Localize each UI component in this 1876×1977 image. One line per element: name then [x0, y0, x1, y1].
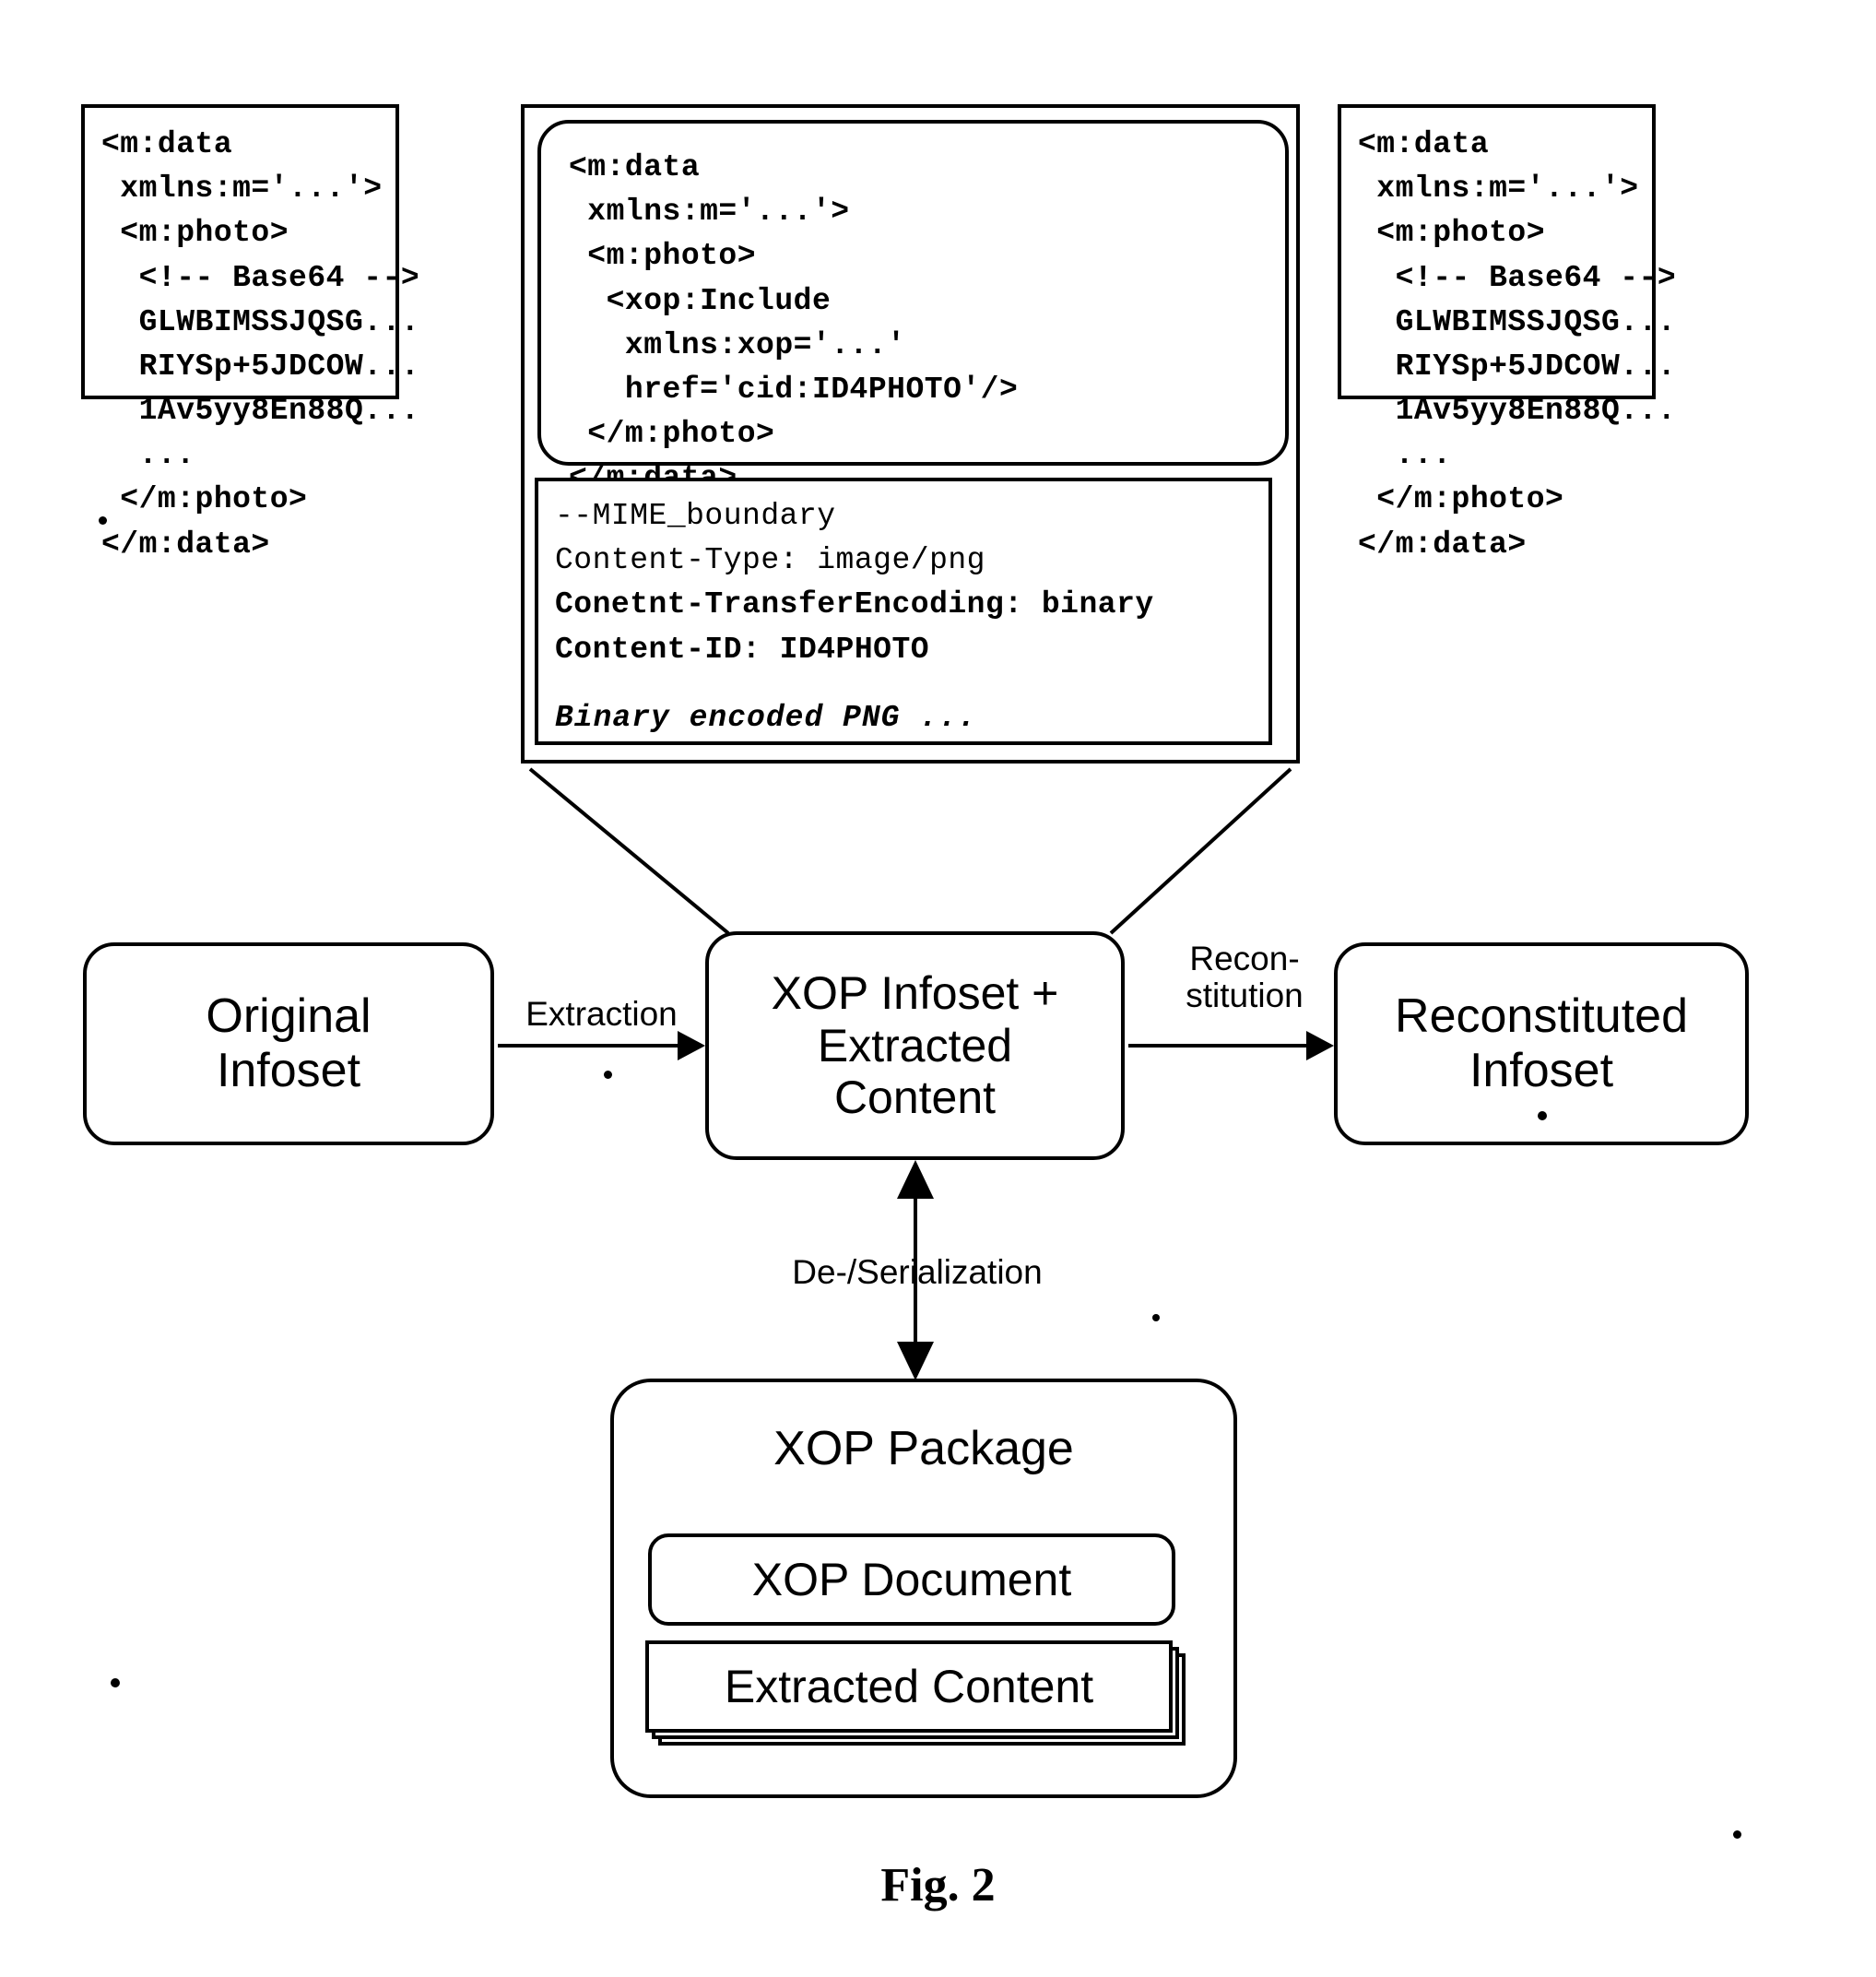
scan-speck	[99, 516, 107, 525]
label-reconstitution: Recon- stitution	[1157, 941, 1332, 1014]
node-xop-infoset-line2: Extracted	[817, 1019, 1013, 1071]
node-reconstituted-infoset-line2: Infoset	[1469, 1044, 1614, 1097]
deserialization-arrow-head-down	[897, 1342, 934, 1380]
scan-speck	[111, 1678, 120, 1687]
node-reconstituted-infoset-line1: Reconstituted	[1395, 989, 1688, 1044]
xop-package-title: XOP Package	[773, 1422, 1074, 1475]
scan-speck	[1733, 1830, 1741, 1839]
scan-speck	[1152, 1314, 1160, 1321]
label-reconstitution-line2: stitution	[1186, 976, 1304, 1014]
node-xop-infoset-line3: Content	[833, 1071, 997, 1124]
label-reconstitution-line1: Recon-	[1189, 940, 1300, 977]
extraction-arrow-head	[678, 1031, 705, 1060]
figure-canvas: <m:data xmlns:m='...'> <m:photo> <!-- Ba…	[0, 0, 1876, 1977]
callout-line-left	[528, 767, 730, 935]
node-original-infoset: Original Infoset	[83, 942, 494, 1145]
node-original-infoset-line2: Infoset	[216, 1044, 361, 1097]
reconstitution-arrow-head	[1306, 1031, 1334, 1060]
node-xop-document: XOP Document	[648, 1533, 1175, 1626]
scan-speck	[1538, 1111, 1547, 1120]
label-extraction: Extraction	[525, 995, 678, 1033]
node-extracted-content: Extracted Content	[645, 1640, 1173, 1733]
callout-line-right	[1109, 767, 1292, 935]
node-original-infoset-line1: Original	[206, 989, 372, 1044]
node-xop-infoset-extracted-content: XOP Infoset + Extracted Content	[705, 931, 1125, 1160]
scan-speck	[604, 1071, 612, 1079]
extracted-content-label: Extracted Content	[724, 1661, 1094, 1712]
deserialization-arrow-head-up	[897, 1160, 934, 1199]
node-xop-infoset-line1: XOP Infoset +	[771, 967, 1059, 1020]
figure-caption: Fig. 2	[880, 1859, 996, 1912]
xop-document-label: XOP Document	[751, 1554, 1072, 1605]
label-deserialization: De-/Serialization	[792, 1253, 1043, 1291]
